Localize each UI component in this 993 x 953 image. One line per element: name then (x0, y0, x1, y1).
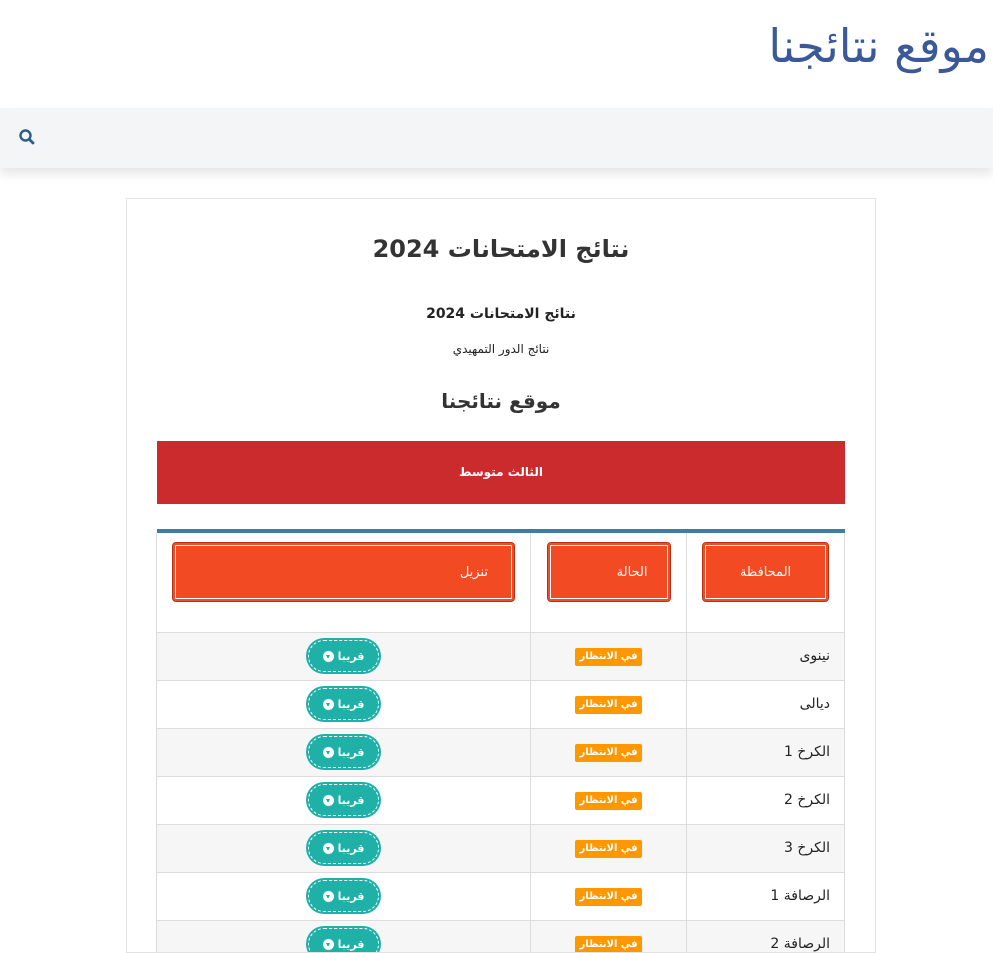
status-cell: في الانتظار (530, 871, 687, 921)
status-cell: في الانتظار (530, 727, 687, 777)
header-download-label: تنزيل (172, 542, 515, 602)
site-heading: موقع نتائجنا (441, 389, 561, 413)
soon-button-label: قريبا (337, 745, 365, 759)
governorate-cell: الكرخ 2 (686, 775, 845, 825)
download-circle-icon (322, 746, 334, 758)
navbar (0, 108, 993, 168)
header-governorate: المحافظة (686, 533, 845, 633)
post-card: نتائج الامتحانات 2024 نتائج الامتحانات 2… (126, 198, 876, 953)
status-badge: في الانتظار (575, 647, 642, 666)
download-cell: قريبا (156, 775, 531, 825)
download-cell: قريبا (156, 727, 531, 777)
soon-button[interactable]: قريبا (308, 688, 379, 720)
status-badge: في الانتظار (575, 743, 642, 762)
soon-button[interactable]: قريبا (308, 832, 379, 864)
table-row: نينوى في الانتظار قريبا (156, 631, 845, 681)
governorate-cell: الكرخ 1 (686, 727, 845, 777)
download-circle-icon (322, 794, 334, 806)
governorate-cell: نينوى (686, 631, 845, 681)
search-icon[interactable] (16, 126, 38, 148)
soon-button-label: قريبا (337, 841, 365, 855)
soon-button-label: قريبا (337, 937, 365, 951)
site-title[interactable]: موقع نتائجنا (768, 14, 989, 78)
header-status: الحالة (530, 533, 687, 633)
status-badge: في الانتظار (575, 887, 642, 906)
results-table: المحافظة الحالة تنزيل نينوى في الانتظار … (156, 533, 845, 952)
table-row: الرصافة 2 في الانتظار قريبا (156, 919, 845, 952)
download-cell: قريبا (156, 631, 531, 681)
download-cell: قريبا (156, 679, 531, 729)
table-row: الكرخ 3 في الانتظار قريبا (156, 823, 845, 873)
soon-button-label: قريبا (337, 649, 365, 663)
download-circle-icon (322, 890, 334, 902)
header-download: تنزيل (156, 533, 531, 633)
table-row: الرصافة 1 في الانتظار قريبا (156, 871, 845, 921)
governorate-cell: الرصافة 2 (686, 919, 845, 952)
table-header-row: المحافظة الحالة تنزيل (156, 533, 845, 633)
download-cell: قريبا (156, 823, 531, 873)
download-cell: قريبا (156, 871, 531, 921)
governorate-cell: الرصافة 1 (686, 871, 845, 921)
post-title: نتائج الامتحانات 2024 (372, 235, 630, 263)
post-subtitle: نتائج الامتحانات 2024 (426, 306, 576, 322)
governorate-cell: ديالى (686, 679, 845, 729)
grade-banner: الثالث متوسط (157, 441, 845, 504)
download-cell: قريبا (156, 919, 531, 952)
download-circle-icon (322, 842, 334, 854)
header-status-label: الحالة (546, 542, 671, 602)
status-badge: في الانتظار (575, 791, 642, 810)
soon-button-label: قريبا (337, 697, 365, 711)
soon-button[interactable]: قريبا (308, 928, 379, 952)
status-cell: في الانتظار (530, 679, 687, 729)
status-cell: في الانتظار (530, 823, 687, 873)
table-row: ديالى في الانتظار قريبا (156, 679, 845, 729)
results-table-wrap: المحافظة الحالة تنزيل نينوى في الانتظار … (156, 529, 845, 952)
download-circle-icon (322, 650, 334, 662)
status-cell: في الانتظار (530, 919, 687, 952)
soon-button[interactable]: قريبا (308, 880, 379, 912)
soon-button[interactable]: قريبا (308, 736, 379, 768)
soon-button-label: قريبا (337, 889, 365, 903)
table-row: الكرخ 2 في الانتظار قريبا (156, 775, 845, 825)
governorate-cell: الكرخ 3 (686, 823, 845, 873)
status-badge: في الانتظار (575, 695, 642, 714)
soon-button[interactable]: قريبا (308, 784, 379, 816)
soon-button-label: قريبا (337, 793, 365, 807)
soon-button[interactable]: قريبا (308, 640, 379, 672)
status-cell: في الانتظار (530, 631, 687, 681)
download-circle-icon (322, 938, 334, 950)
post-subtitle-round: نتائج الدور التمهيدي (452, 342, 550, 356)
table-row: الكرخ 1 في الانتظار قريبا (156, 727, 845, 777)
status-cell: في الانتظار (530, 775, 687, 825)
site-header: موقع نتائجنا (0, 0, 993, 108)
header-governorate-label: المحافظة (702, 542, 829, 602)
status-badge: في الانتظار (575, 839, 642, 858)
download-circle-icon (322, 698, 334, 710)
status-badge: في الانتظار (575, 935, 642, 952)
